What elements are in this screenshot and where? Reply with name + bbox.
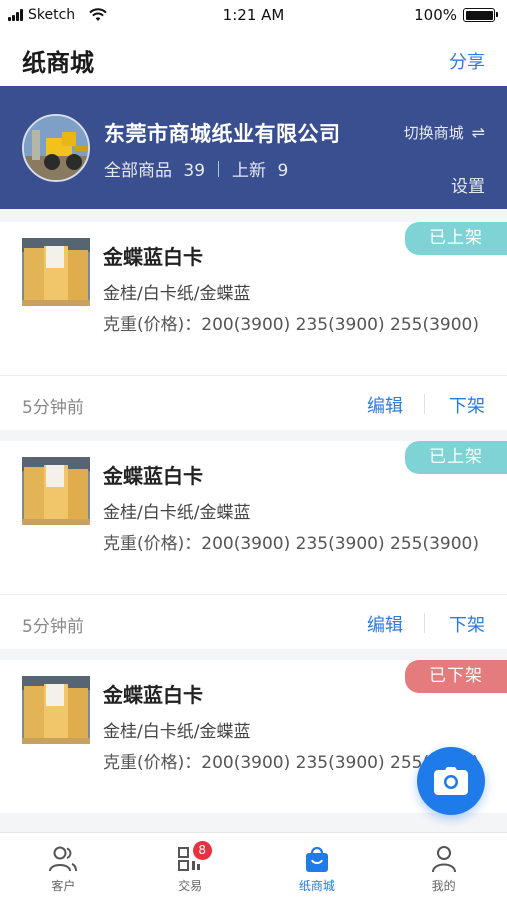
product-time: 5分钟前 <box>22 398 84 418</box>
store-name: 东莞市商城纸业有限公司 <box>104 122 341 146</box>
tab-mine[interactable]: 我的 <box>380 833 507 900</box>
action-divider <box>424 394 425 414</box>
tab-label: 我的 <box>431 879 456 893</box>
delist-button[interactable]: 下架 <box>449 611 485 637</box>
user-group-icon <box>49 846 78 872</box>
person-icon <box>431 846 456 873</box>
product-title: 金蝶蓝白卡 <box>103 683 203 707</box>
tab-label: 交易 <box>178 879 203 893</box>
product-card-footer: 5分钟前 编辑 下架 <box>0 375 507 430</box>
camera-icon <box>434 767 468 795</box>
settings-button[interactable]: 设置 <box>451 172 485 197</box>
all-products-stat[interactable]: 全部商品 39 <box>104 156 205 181</box>
nav-bar: 纸商城 分享 <box>0 32 507 86</box>
new-products-label: 上新 <box>232 161 267 181</box>
switch-arrows-icon: ⇌ <box>471 123 485 142</box>
tab-label: 纸商城 <box>298 879 335 893</box>
battery-icon <box>463 8 498 22</box>
new-products-stat[interactable]: 上新 9 <box>232 156 288 181</box>
page-title: 纸商城 <box>22 49 94 77</box>
edit-button[interactable]: 编辑 <box>367 392 403 418</box>
status-right: 100% <box>414 6 498 24</box>
tab-bar: 客户 8 交易 纸商城 我的 <box>0 832 507 900</box>
status-bar: Sketch 1:21 AM 100% <box>0 0 507 32</box>
product-thumbnail <box>22 238 90 306</box>
product-card[interactable]: 金蝶蓝白卡 金桂/白卡纸/金蝶蓝 克重(价格)：200(3900) 235(39… <box>0 441 507 649</box>
store-avatar[interactable] <box>22 114 90 182</box>
stats-divider <box>218 160 220 177</box>
trade-badge: 8 <box>192 841 212 860</box>
product-time: 5分钟前 <box>22 617 84 637</box>
switch-mall-button[interactable]: 切换商城 ⇌ <box>404 122 485 143</box>
shopping-bag-icon <box>305 846 328 872</box>
product-category: 金桂/白卡纸/金蝶蓝 <box>103 284 251 304</box>
camera-button[interactable] <box>417 747 485 815</box>
all-products-count: 39 <box>183 161 206 181</box>
status-badge: 已下架 <box>405 660 507 693</box>
product-title: 金蝶蓝白卡 <box>103 464 203 488</box>
share-button[interactable]: 分享 <box>449 48 485 74</box>
product-thumbnail <box>22 457 90 525</box>
all-products-label: 全部商品 <box>104 161 172 181</box>
status-badge: 已上架 <box>405 441 507 474</box>
product-card-body[interactable]: 金蝶蓝白卡 金桂/白卡纸/金蝶蓝 克重(价格)：200(3900) 235(39… <box>0 222 507 375</box>
product-card-body[interactable]: 金蝶蓝白卡 金桂/白卡纸/金蝶蓝 克重(价格)：200(3900) 235(39… <box>0 441 507 594</box>
product-spec: 克重(价格)：200(3900) 235(3900) 255(3900) <box>103 534 480 554</box>
tab-trade[interactable]: 8 交易 <box>127 833 254 900</box>
product-spec: 克重(价格)：200(3900) 235(3900) 255(3900) <box>103 315 480 335</box>
product-title: 金蝶蓝白卡 <box>103 245 203 269</box>
switch-mall-label: 切换商城 <box>403 124 464 142</box>
store-header: 东莞市商城纸业有限公司 全部商品 39 上新 9 切换商城 ⇌ 设置 <box>0 86 507 209</box>
tab-paper-mall[interactable]: 纸商城 <box>254 833 381 900</box>
store-avatar-image <box>24 116 88 180</box>
action-divider <box>424 613 425 633</box>
product-card-footer: 5分钟前 编辑 下架 <box>0 594 507 649</box>
product-category: 金桂/白卡纸/金蝶蓝 <box>103 722 251 742</box>
tab-label: 客户 <box>51 879 76 893</box>
new-products-count: 9 <box>277 161 289 181</box>
status-badge: 已上架 <box>405 222 507 255</box>
product-thumbnail <box>22 676 90 744</box>
product-category: 金桂/白卡纸/金蝶蓝 <box>103 503 251 523</box>
battery-percent: 100% <box>414 6 457 24</box>
product-card[interactable]: 金蝶蓝白卡 金桂/白卡纸/金蝶蓝 克重(价格)：200(3900) 235(39… <box>0 222 507 430</box>
delist-button[interactable]: 下架 <box>449 392 485 418</box>
store-stats: 全部商品 39 上新 9 <box>104 156 288 181</box>
edit-button[interactable]: 编辑 <box>367 611 403 637</box>
tab-customers[interactable]: 客户 <box>0 833 127 900</box>
